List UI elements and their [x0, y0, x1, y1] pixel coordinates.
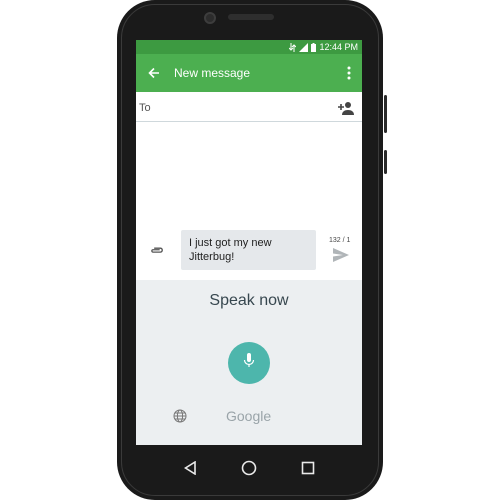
- person-add-icon[interactable]: [338, 101, 354, 115]
- character-counter: 132 / 1: [329, 237, 351, 244]
- signal-icon: [299, 42, 309, 52]
- page-title: New message: [174, 66, 251, 80]
- battery-icon: [311, 42, 317, 52]
- message-input[interactable]: I just got my new Jitterbug!: [181, 230, 316, 270]
- front-camera: [204, 12, 216, 24]
- nav-bar: [136, 447, 362, 489]
- back-triangle-icon[interactable]: [182, 460, 198, 476]
- send-icon[interactable]: [333, 248, 349, 262]
- microphone-button[interactable]: [228, 342, 270, 384]
- recents-square-icon[interactable]: [300, 460, 316, 476]
- screen: 12:44 PM New message To I just got my ne…: [136, 40, 362, 445]
- globe-icon[interactable]: [173, 409, 187, 423]
- paperclip-icon[interactable]: [150, 244, 164, 258]
- earpiece-speaker: [228, 14, 274, 20]
- status-time: 12:44 PM: [319, 42, 358, 52]
- to-label: To: [139, 101, 151, 114]
- voice-input-panel: Speak now Google: [136, 280, 362, 445]
- more-vert-icon[interactable]: [344, 65, 354, 81]
- volume-button: [384, 95, 387, 133]
- recipient-field[interactable]: To: [136, 94, 362, 122]
- speak-now-prompt: Speak now: [209, 292, 289, 309]
- microphone-icon: [243, 352, 255, 374]
- status-bar: 12:44 PM: [136, 40, 362, 54]
- arrow-left-icon[interactable]: [146, 65, 162, 81]
- data-icon: [289, 42, 297, 52]
- app-bar: New message: [136, 54, 362, 92]
- message-compose-area: I just got my new Jitterbug! 132 / 1: [136, 122, 362, 280]
- google-brand: Google: [226, 408, 272, 424]
- power-button: [384, 150, 387, 174]
- home-circle-icon[interactable]: [241, 460, 257, 476]
